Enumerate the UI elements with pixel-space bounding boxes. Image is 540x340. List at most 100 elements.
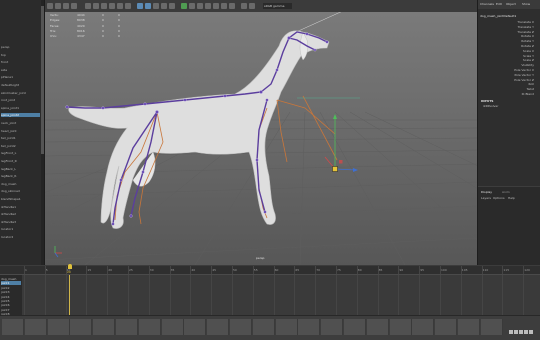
layer-menu-help[interactable]: Help <box>508 196 515 200</box>
time-slider-segment[interactable] <box>321 319 344 335</box>
channel-attribute[interactable]: Twist <box>484 87 534 91</box>
outliner-item[interactable]: ikHandle2 <box>1 212 40 216</box>
graph-editor-item[interactable]: joint7 <box>1 308 21 312</box>
outliner-item[interactable]: skinCluster_joint <box>1 91 40 95</box>
ambient-occlusion-icon[interactable] <box>197 3 203 9</box>
hud-icon[interactable] <box>229 3 235 9</box>
outliner-item[interactable]: defaultLight <box>1 83 40 87</box>
smooth-shade-icon[interactable] <box>145 3 151 9</box>
gate-mask-icon[interactable] <box>109 3 115 9</box>
channel-attribute[interactable]: Translate Z <box>484 30 534 34</box>
time-slider-segment[interactable] <box>207 319 230 335</box>
move-manipulator[interactable] <box>324 114 358 172</box>
time-slider-segment[interactable] <box>298 319 321 335</box>
go-to-end-icon[interactable] <box>529 330 533 334</box>
outliner-item[interactable]: persp <box>1 45 40 49</box>
resolution-gate-icon[interactable] <box>101 3 107 9</box>
layer-tab-anim[interactable]: Anim <box>502 190 510 194</box>
time-slider-segment[interactable] <box>93 319 116 335</box>
channel-menu-channels[interactable]: Channels <box>480 2 494 6</box>
outliner-item[interactable]: dog_skinned <box>1 189 40 193</box>
channel-attribute[interactable]: Pole Vector Z <box>484 78 534 82</box>
field-chart-icon[interactable] <box>117 3 123 9</box>
time-slider-segment[interactable] <box>275 319 298 335</box>
graph-editor-item[interactable]: joint5 <box>1 299 21 303</box>
outliner-item[interactable]: root_joint <box>1 98 40 102</box>
outliner-item[interactable]: legBack_L <box>1 167 40 171</box>
channel-box-object-name[interactable]: dog_mesh_jointDefault1 <box>480 14 516 18</box>
isolate-select-icon[interactable] <box>189 3 195 9</box>
time-slider-segment[interactable] <box>184 319 207 335</box>
xray-icon[interactable] <box>181 3 187 9</box>
camera-attributes-icon[interactable] <box>63 3 69 9</box>
graph-editor-item[interactable]: joint1 <box>1 281 21 286</box>
exposure-icon[interactable] <box>249 3 255 9</box>
lock-camera-icon[interactable] <box>55 3 61 9</box>
graph-editor-item[interactable]: dog_mesh <box>1 277 21 281</box>
depth-of-field-icon[interactable] <box>221 3 227 9</box>
channel-attribute[interactable]: Rotate Y <box>484 39 534 43</box>
channel-attribute[interactable]: IK Blend <box>484 92 534 96</box>
channel-attribute[interactable]: Scale X <box>484 49 534 53</box>
time-slider-segment[interactable] <box>47 319 70 335</box>
safe-action-icon[interactable] <box>125 3 131 9</box>
outliner-item[interactable]: ikHandle3 <box>1 220 40 224</box>
outliner-item[interactable]: pPlane1 <box>1 75 40 79</box>
time-slider-segment[interactable] <box>161 319 184 335</box>
time-slider-segment[interactable] <box>24 319 47 335</box>
outliner-item[interactable]: legFront_R <box>1 159 40 163</box>
film-gate-icon[interactable] <box>93 3 99 9</box>
time-slider-segment[interactable] <box>138 319 161 335</box>
graph-editor-item[interactable]: joint2 <box>1 286 21 290</box>
anti-aliasing-icon[interactable] <box>213 3 219 9</box>
graph-editor-item[interactable]: joint4 <box>1 295 21 299</box>
inputs-item[interactable]: ikRPsolver <box>483 104 499 108</box>
layer-tab-display[interactable]: Display <box>481 190 492 194</box>
outliner-item[interactable]: head_joint <box>1 129 40 133</box>
outliner-item[interactable]: top <box>1 53 40 57</box>
channel-attribute[interactable]: Rotate X <box>484 34 534 38</box>
outliner-item[interactable]: tail_joint1 <box>1 136 40 140</box>
wireframe-icon[interactable] <box>137 3 143 9</box>
select-camera-icon[interactable] <box>47 3 53 9</box>
go-to-start-icon[interactable] <box>509 330 513 334</box>
play-icon[interactable] <box>519 330 523 334</box>
time-slider-segment[interactable] <box>412 319 435 335</box>
channel-attribute[interactable]: Roll <box>484 82 534 86</box>
channel-attribute[interactable]: Scale Y <box>484 54 534 58</box>
time-slider-segment[interactable] <box>458 319 480 335</box>
step-back-icon[interactable] <box>514 330 518 334</box>
outliner-scrollbar[interactable] <box>41 0 44 265</box>
channel-attribute[interactable]: Pole Vector Y <box>484 73 534 77</box>
channel-menu-edit[interactable]: Edit <box>496 2 502 6</box>
outliner-item[interactable]: dog_mesh <box>1 182 40 186</box>
graph-editor[interactable]: dog_mesh joint1 joint2 joint3 joint4 joint5 jo… <box>0 274 540 316</box>
outliner-item[interactable]: neck_joint <box>1 121 40 125</box>
graph-editor-outliner[interactable]: dog_mesh joint1 joint2 joint3 joint4 joint5 jo… <box>0 275 22 316</box>
outliner-item[interactable]: locator1 <box>1 227 40 231</box>
time-slider-segment[interactable] <box>366 319 389 335</box>
outliner-item[interactable]: locator2 <box>1 235 40 239</box>
time-slider-segment[interactable] <box>116 319 138 335</box>
time-slider-segment[interactable] <box>389 319 412 335</box>
channel-attribute[interactable]: Pole Vector X <box>484 68 534 72</box>
graph-editor-item[interactable]: joint3 <box>1 290 21 294</box>
textured-icon[interactable] <box>153 3 159 9</box>
channel-attribute[interactable]: Translate Y <box>484 25 534 29</box>
bookmark-icon[interactable] <box>71 3 77 9</box>
step-forward-icon[interactable] <box>524 330 528 334</box>
time-slider-segment[interactable] <box>435 319 458 335</box>
time-slider-segment[interactable] <box>230 319 252 335</box>
channel-attribute[interactable]: Visibility <box>484 63 534 67</box>
time-slider-segment[interactable] <box>252 319 275 335</box>
channel-attribute[interactable]: Translate X <box>484 20 534 24</box>
color-space-field[interactable]: sRGB gamma <box>263 3 292 9</box>
outliner-item[interactable]: front <box>1 60 40 64</box>
layer-menu-layers[interactable]: Layers <box>481 196 491 200</box>
outliner-item[interactable]: legFront_L <box>1 151 40 155</box>
channel-attribute[interactable]: Scale Z <box>484 58 534 62</box>
channel-menu-show[interactable]: Show <box>522 2 530 6</box>
graph-editor-item[interactable]: joint6 <box>1 303 21 307</box>
color-management-icon[interactable] <box>241 3 247 9</box>
viewport-perspective[interactable]: persp <box>45 12 477 265</box>
